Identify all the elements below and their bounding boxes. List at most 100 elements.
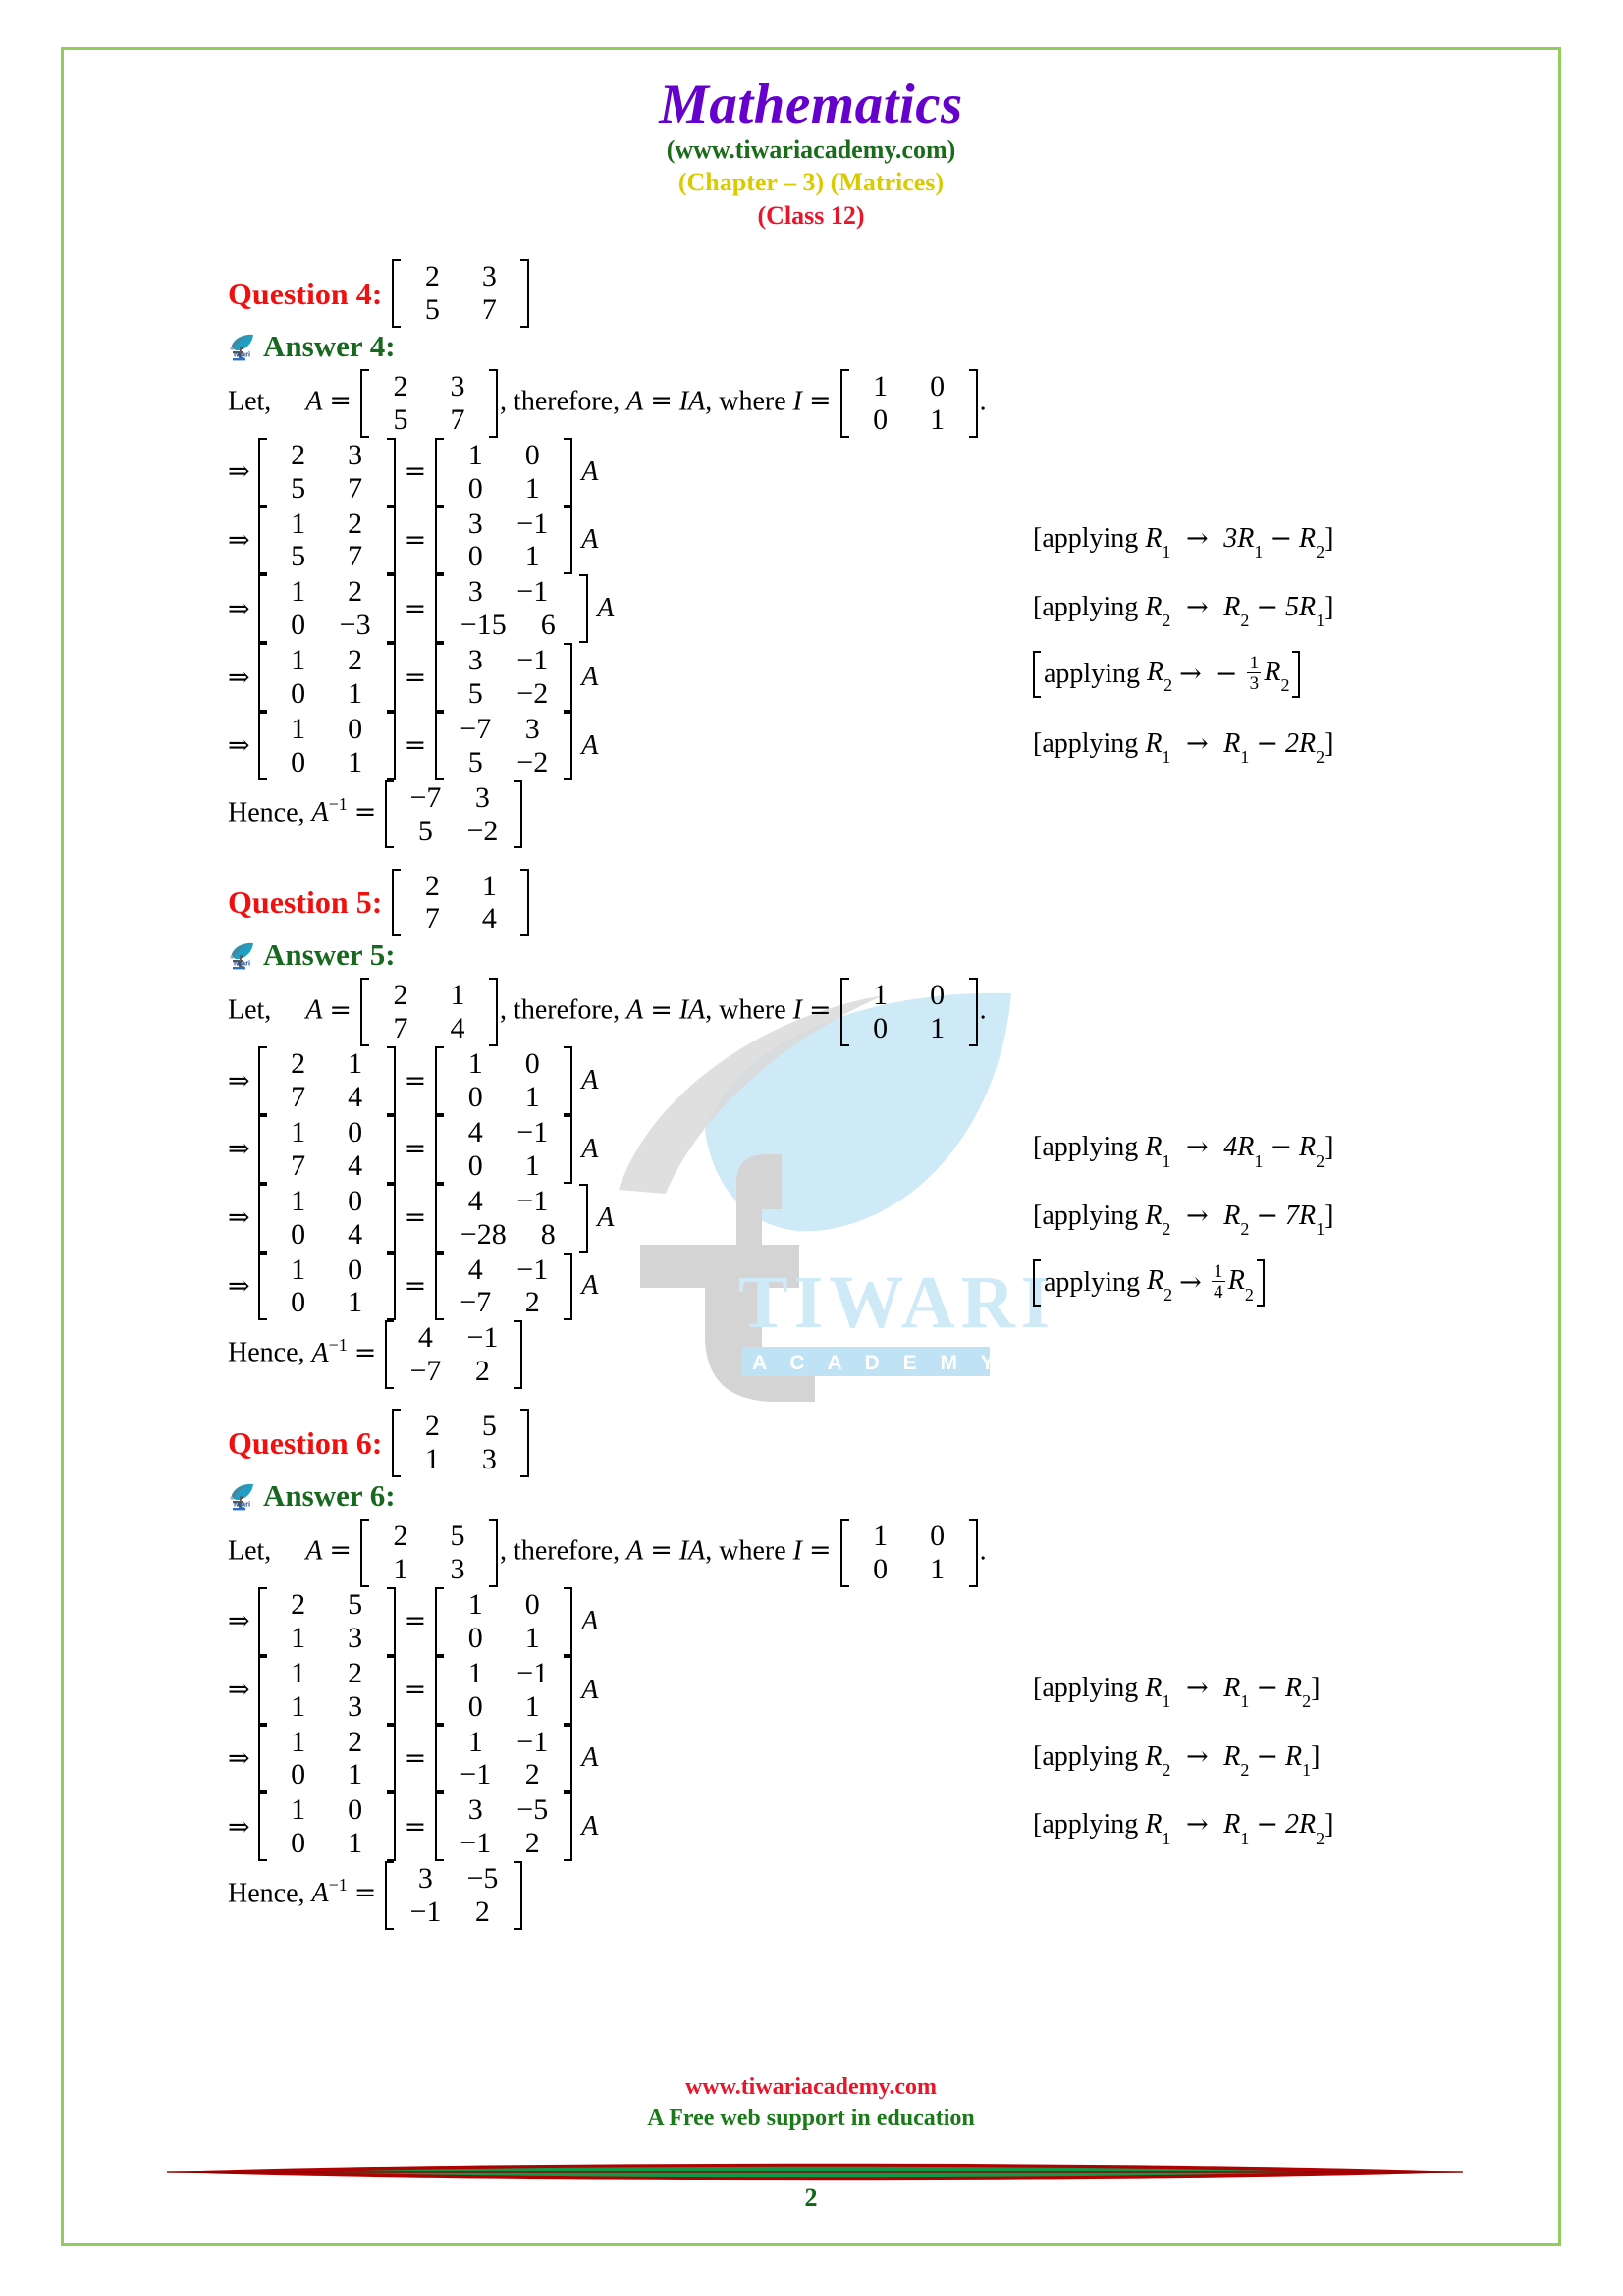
big-bracket-right — [1256, 1258, 1265, 1307]
multiplier-a: A — [590, 1201, 615, 1233]
matrix-cell: 0 — [930, 1520, 946, 1553]
row-variable: R1 — [1223, 1673, 1249, 1711]
page-title: Mathematics — [659, 74, 963, 135]
matrix-cell: 0 — [467, 1148, 483, 1182]
matrix-row: 3 −1 — [447, 507, 561, 541]
fraction-denominator: 3 — [1247, 671, 1262, 693]
matrix-cell: 1 — [930, 1553, 946, 1586]
row-variable-subscript: 2 — [1302, 1691, 1312, 1712]
matrix-cell: 5 — [291, 471, 306, 505]
matrix-row: 10 — [270, 713, 384, 746]
equals-sign: = — [404, 662, 427, 693]
equals-sign: = — [404, 1675, 427, 1706]
matrix-row: 4 −1 — [447, 1254, 561, 1287]
footer-url[interactable]: www.tiwariacademy.com — [61, 2071, 1561, 2103]
where-text: , where — [705, 386, 793, 417]
equation-step-left: ⇒ 1 0 0 4 = 4 −1 −28 8 A — [228, 1183, 615, 1253]
header-chapter: (Chapter – 3) (Matrices) — [677, 168, 945, 197]
equals-sign: = — [404, 1270, 427, 1302]
row-variable-subscript: 2 — [1162, 1219, 1171, 1240]
row-operation-note: [applying R1 → R1−2R2] — [1033, 1809, 1333, 1847]
matrix-cell: 2 — [424, 869, 440, 902]
matrix-cell: 3 — [467, 507, 483, 540]
where-text: , where — [705, 1535, 793, 1567]
matrix-bracket-left — [435, 574, 445, 643]
let-statement-inner: Let, A = 2 1 7 4, therefore, A = IA, where I = 1 0… — [228, 978, 987, 1047]
equation-step: ⇒ 1 0 0 1 = 3 −5 −1 2 A [applying R1 → R1−2R2] — [228, 1792, 1406, 1861]
matrix-row: 4 −1 — [397, 1321, 511, 1355]
matrix-cell: 1 — [393, 1553, 408, 1586]
step-note: [applying R2 → R2−7R1] — [1033, 1201, 1333, 1239]
row-variable-subscript: 2 — [1240, 1760, 1250, 1781]
matrix-cell: 1 — [291, 712, 306, 745]
implies-icon: ⇒ — [228, 524, 250, 556]
implies-icon: ⇒ — [228, 1606, 250, 1637]
equals-sign: = — [650, 1535, 673, 1567]
row-variable: R2 — [1223, 592, 1249, 630]
a-equals-ia: A = IA — [626, 386, 705, 416]
matrix-cell: −2 — [516, 745, 549, 778]
inverse-exponent: −1 — [328, 1334, 348, 1355]
row-variable: R2 — [1299, 1132, 1325, 1170]
inverse-symbol: A−1 — [312, 1875, 348, 1908]
matrix-body: 2513 — [267, 1587, 387, 1656]
matrix-row: 57 — [404, 294, 517, 327]
let-statement-inner: Let, A = 2 5 1 3, therefore, A = IA, where I = 1 0… — [228, 1519, 987, 1587]
step-note: [applying R1 → R1−2R2] — [1033, 1809, 1333, 1847]
note-suffix: ] — [1325, 591, 1334, 622]
matrix-row: 23 — [404, 260, 517, 294]
matrix-bracket-right — [386, 506, 396, 575]
matrix-body: 1257 — [267, 507, 387, 575]
matrix-body: 1 −1 0 1 — [444, 1656, 564, 1725]
matrix-bracket-left — [257, 437, 267, 507]
hence-text: Hence, — [228, 1337, 312, 1368]
matrix-bracket-right — [520, 1409, 530, 1477]
matrix-row: 01 — [447, 1081, 561, 1114]
matrix-row: −15 6 — [447, 609, 576, 642]
row-variable: R1 — [1145, 1673, 1170, 1711]
matrix-bracket-right — [564, 1586, 573, 1656]
equals-sign: = — [404, 456, 427, 488]
equals-sign: = — [809, 386, 832, 417]
matrix-body: 1201 — [267, 643, 387, 712]
row-variable-subscript: 2 — [1316, 1828, 1325, 1848]
matrix-row: 01 — [270, 1827, 384, 1860]
matrix-row: 10 — [447, 1588, 561, 1622]
matrix-bracket-right — [564, 1115, 573, 1184]
matrix-body: 2513 — [401, 1409, 520, 1477]
a-symbol: A — [626, 386, 644, 417]
row-operation-note-bracketed: applying R2 → 1 4 R2 — [1033, 1258, 1265, 1307]
matrix-cell: −5 — [516, 1793, 549, 1827]
matrix-cell: 1 — [930, 402, 946, 436]
note-suffix: ] — [1311, 1740, 1321, 1772]
matrix-bracket-left — [435, 1046, 445, 1115]
row-variable-symbol: R — [1284, 1672, 1303, 1703]
row-variable: R2 — [1223, 1741, 1249, 1780]
let-statement: Let, A = 2 1 7 4, therefore, A = IA, where I = 1 0… — [228, 978, 1406, 1047]
matrix-row: 01 — [270, 746, 384, 779]
where-text: , where — [705, 994, 793, 1026]
multiplier-a: A — [574, 1674, 599, 1705]
matrix-row: 13 — [270, 1690, 384, 1724]
matrix-bracket-left — [257, 1252, 267, 1321]
hence-statement: Hence, A−1 = −7 3 5 −2 — [228, 779, 1406, 849]
matrix-cell: 5 — [424, 294, 440, 326]
row-variable-subscript: 1 — [1254, 542, 1264, 562]
matrix-bracket-right — [968, 978, 978, 1047]
matrix-body: 2174 — [267, 1046, 387, 1115]
matrix-bracket-left — [435, 1183, 445, 1253]
equation-step-left: ⇒ 1 2 1 3 = 1 −1 0 1 A — [228, 1655, 599, 1725]
matrix-bracket-left — [257, 506, 267, 575]
matrix-cell: 3 — [467, 1793, 483, 1827]
step-rhs-matrix: 4 −1 −28 8 — [435, 1183, 589, 1253]
matrix-row: 21 — [372, 979, 486, 1012]
minus-sign: − — [1256, 1740, 1278, 1772]
minus-sign: − — [1215, 659, 1238, 690]
matrix-cell: 1 — [467, 1587, 483, 1621]
matrix-cell: 1 — [873, 1520, 889, 1553]
matrix-bracket-left — [435, 1252, 445, 1321]
row-variable-symbol: R — [1147, 1265, 1164, 1297]
matrix-cell: 2 — [291, 1587, 306, 1621]
matrix-body: 3 −5 −1 2 — [394, 1861, 514, 1930]
row-variable-symbol: R — [1145, 1740, 1163, 1772]
